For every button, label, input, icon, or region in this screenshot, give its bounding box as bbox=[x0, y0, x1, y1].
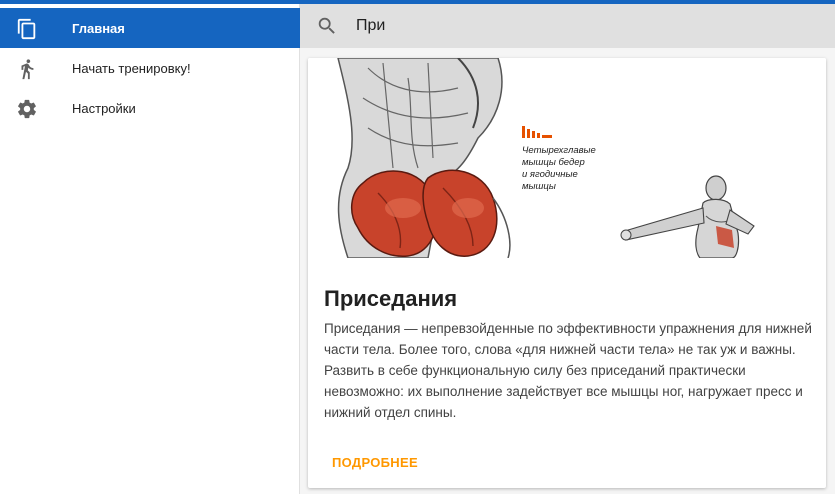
card-title: Приседания bbox=[324, 286, 458, 311]
caption-mark bbox=[522, 126, 552, 138]
copy-icon bbox=[17, 18, 36, 40]
main-content: Четырехглавые мышцы бедер и ягодичные мы… bbox=[300, 4, 835, 494]
sidebar-item-home[interactable]: Главная bbox=[0, 8, 300, 48]
sidebar-item-label: Начать тренировку! bbox=[72, 60, 191, 76]
running-person-icon bbox=[21, 59, 34, 80]
squat-figure bbox=[337, 58, 511, 258]
caption-line: Четырехглавые bbox=[522, 145, 596, 156]
search-input[interactable] bbox=[356, 12, 816, 40]
caption-line: мышцы bbox=[522, 181, 556, 192]
sidebar: Главная Начать тренировку! Настройки bbox=[0, 4, 300, 494]
sidebar-item-label: Настройки bbox=[72, 100, 136, 116]
sidebar-item-start-workout[interactable]: Начать тренировку! bbox=[0, 48, 300, 88]
exercise-card: Четырехглавые мышцы бедер и ягодичные мы… bbox=[308, 58, 826, 488]
sidebar-item-label: Главная bbox=[72, 20, 125, 36]
card-description: Приседания — непревзойденные по эффектив… bbox=[324, 321, 812, 420]
more-button[interactable]: ПОДРОБНЕЕ bbox=[332, 455, 418, 470]
sidebar-item-settings[interactable]: Настройки bbox=[0, 88, 300, 128]
caption-line: и ягодичные bbox=[522, 169, 578, 180]
gear-icon bbox=[18, 99, 36, 119]
caption-line: мышцы бедер bbox=[522, 157, 585, 168]
front-figure bbox=[620, 175, 755, 258]
search-bar bbox=[300, 4, 835, 48]
search-icon[interactable] bbox=[316, 15, 338, 37]
exercise-illustration: Четырехглавые мышцы бедер и ягодичные мы… bbox=[308, 58, 826, 258]
